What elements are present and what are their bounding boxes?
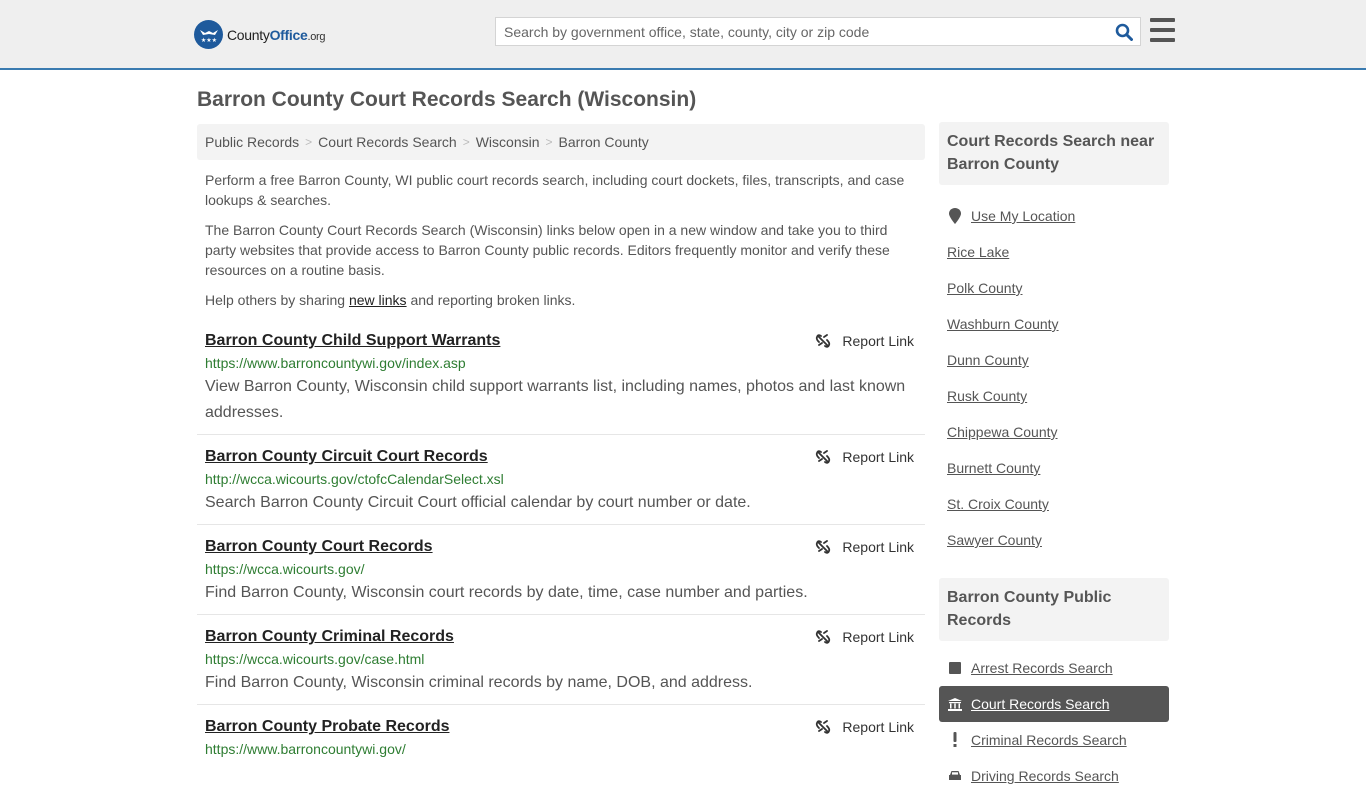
result-url: https://wcca.wicourts.gov/case.html <box>205 651 425 667</box>
breadcrumb: Public Records > Court Records Search > … <box>197 124 925 160</box>
nearby-link-polk-county[interactable]: Polk County <box>947 280 1022 296</box>
intro-paragraph: The Barron County Court Records Search (… <box>205 222 890 278</box>
use-location-item: Use My Location <box>939 198 1169 234</box>
result-url: https://www.barroncountywi.gov/ <box>205 741 406 757</box>
result-item: Barron County Probate Records Report Lin… <box>197 705 925 768</box>
nearby-link-sawyer-county[interactable]: Sawyer County <box>947 532 1042 548</box>
report-link-button[interactable]: Report Link <box>815 626 914 648</box>
criminal-records-search-link[interactable]: Criminal Records Search <box>971 732 1127 748</box>
site-logo[interactable]: ★★★ CountyOffice.org <box>194 20 326 49</box>
result-description: Search Barron County Circuit Court offic… <box>205 494 751 511</box>
result-url: https://wcca.wicourts.gov/ <box>205 561 365 577</box>
report-link-button[interactable]: Report Link <box>815 330 914 352</box>
result-item: Barron County Circuit Court Records Repo… <box>197 435 925 525</box>
result-url: http://wcca.wicourts.gov/ctofcCalendarSe… <box>205 471 504 487</box>
nearby-link-rice-lake[interactable]: Rice Lake <box>947 244 1009 260</box>
search-input[interactable] <box>496 18 1108 45</box>
broken-link-icon <box>816 630 831 644</box>
public-records-item: Driving Records Search <box>939 758 1169 794</box>
hamburger-menu-button[interactable] <box>1150 18 1175 42</box>
nearby-link-st-croix-county[interactable]: St. Croix County <box>947 496 1049 512</box>
result-title-link[interactable]: Barron County Criminal Records <box>205 626 454 648</box>
sidebar: Court Records Search near Barron County … <box>939 122 1169 794</box>
nearby-item: Dunn County <box>939 342 1169 378</box>
result-item: Barron County Child Support Warrants Rep… <box>197 327 925 435</box>
nearby-item: Washburn County <box>939 306 1169 342</box>
public-records-heading: Barron County Public Records <box>939 578 1169 641</box>
breadcrumb-separator: > <box>545 135 553 149</box>
share-paragraph: Help others by sharing new links and rep… <box>205 292 576 308</box>
result-item: Barron County Court Records Report Link … <box>197 525 925 615</box>
nearby-item: Burnett County <box>939 450 1169 486</box>
top-header: ★★★ CountyOffice.org <box>0 0 1366 70</box>
report-link-button[interactable]: Report Link <box>815 716 914 738</box>
result-description: Find Barron County, Wisconsin court reco… <box>205 584 808 601</box>
search-button[interactable] <box>1108 18 1140 45</box>
result-description: Find Barron County, Wisconsin criminal r… <box>205 674 753 691</box>
nearby-heading: Court Records Search near Barron County <box>939 122 1169 185</box>
map-marker-icon <box>947 208 963 224</box>
eagle-logo-icon: ★★★ <box>194 20 223 49</box>
driving-records-search-link[interactable]: Driving Records Search <box>971 768 1119 784</box>
nearby-item: Polk County <box>939 270 1169 306</box>
arrest-records-search-link[interactable]: Arrest Records Search <box>971 660 1113 676</box>
result-title-link[interactable]: Barron County Court Records <box>205 536 433 558</box>
nearby-item: St. Croix County <box>939 486 1169 522</box>
public-records-section: Barron County Public Records Arrest Reco… <box>939 578 1169 794</box>
result-item: Barron County Criminal Records Report Li… <box>197 615 925 705</box>
nearby-link-chippewa-county[interactable]: Chippewa County <box>947 424 1058 440</box>
svg-text:★★★: ★★★ <box>200 37 216 44</box>
logo-wordmark: CountyOffice.org <box>227 26 326 43</box>
breadcrumb-wisconsin[interactable]: Wisconsin <box>476 134 540 150</box>
court-records-search-link[interactable]: Court Records Search <box>971 696 1110 712</box>
exclamation-icon <box>947 732 963 748</box>
breadcrumb-public-records[interactable]: Public Records <box>205 134 299 150</box>
broken-link-icon <box>816 540 831 554</box>
report-link-button[interactable]: Report Link <box>815 536 914 558</box>
use-my-location-link[interactable]: Use My Location <box>971 208 1075 224</box>
new-links-link[interactable]: new links <box>349 292 407 308</box>
result-title-link[interactable]: Barron County Child Support Warrants <box>205 330 500 352</box>
public-records-list: Arrest Records Search Court Records Sear… <box>939 641 1169 794</box>
broken-link-icon <box>816 450 831 464</box>
report-link-button[interactable]: Report Link <box>815 446 914 468</box>
nearby-link-dunn-county[interactable]: Dunn County <box>947 352 1029 368</box>
menu-bar <box>1150 28 1175 32</box>
nearby-item: Rice Lake <box>939 234 1169 270</box>
search-box <box>495 17 1141 46</box>
nearby-link-burnett-county[interactable]: Burnett County <box>947 460 1040 476</box>
result-description: View Barron County, Wisconsin child supp… <box>205 378 906 421</box>
result-title-link[interactable]: Barron County Probate Records <box>205 716 449 738</box>
nearby-item: Rusk County <box>939 378 1169 414</box>
public-records-item-active: Court Records Search <box>939 686 1169 722</box>
result-url: https://www.barroncountywi.gov/index.asp <box>205 355 466 371</box>
car-icon <box>947 770 963 782</box>
results-list: Barron County Child Support Warrants Rep… <box>197 327 925 768</box>
broken-link-icon <box>816 334 831 348</box>
intro-paragraph: Perform a free Barron County, WI public … <box>205 172 905 208</box>
menu-bar <box>1150 38 1175 42</box>
public-records-item: Criminal Records Search <box>939 722 1169 758</box>
intro-text: Perform a free Barron County, WI public … <box>205 170 917 320</box>
nearby-link-washburn-county[interactable]: Washburn County <box>947 316 1059 332</box>
square-icon <box>947 662 963 674</box>
breadcrumb-barron-county[interactable]: Barron County <box>559 134 649 150</box>
menu-bar <box>1150 18 1175 22</box>
breadcrumb-separator: > <box>305 135 313 149</box>
broken-link-icon <box>816 720 831 734</box>
public-records-item: Arrest Records Search <box>939 650 1169 686</box>
nearby-list: Use My Location Rice Lake Polk County Wa… <box>939 185 1169 558</box>
breadcrumb-separator: > <box>462 135 470 149</box>
result-title-link[interactable]: Barron County Circuit Court Records <box>205 446 488 468</box>
breadcrumb-court-records-search[interactable]: Court Records Search <box>318 134 457 150</box>
nearby-item: Sawyer County <box>939 522 1169 558</box>
page-title: Barron County Court Records Search (Wisc… <box>197 88 697 111</box>
nearby-item: Chippewa County <box>939 414 1169 450</box>
nearby-link-rusk-county[interactable]: Rusk County <box>947 388 1027 404</box>
nearby-section: Court Records Search near Barron County … <box>939 122 1169 558</box>
search-icon <box>1115 23 1133 41</box>
courthouse-icon <box>947 697 963 711</box>
